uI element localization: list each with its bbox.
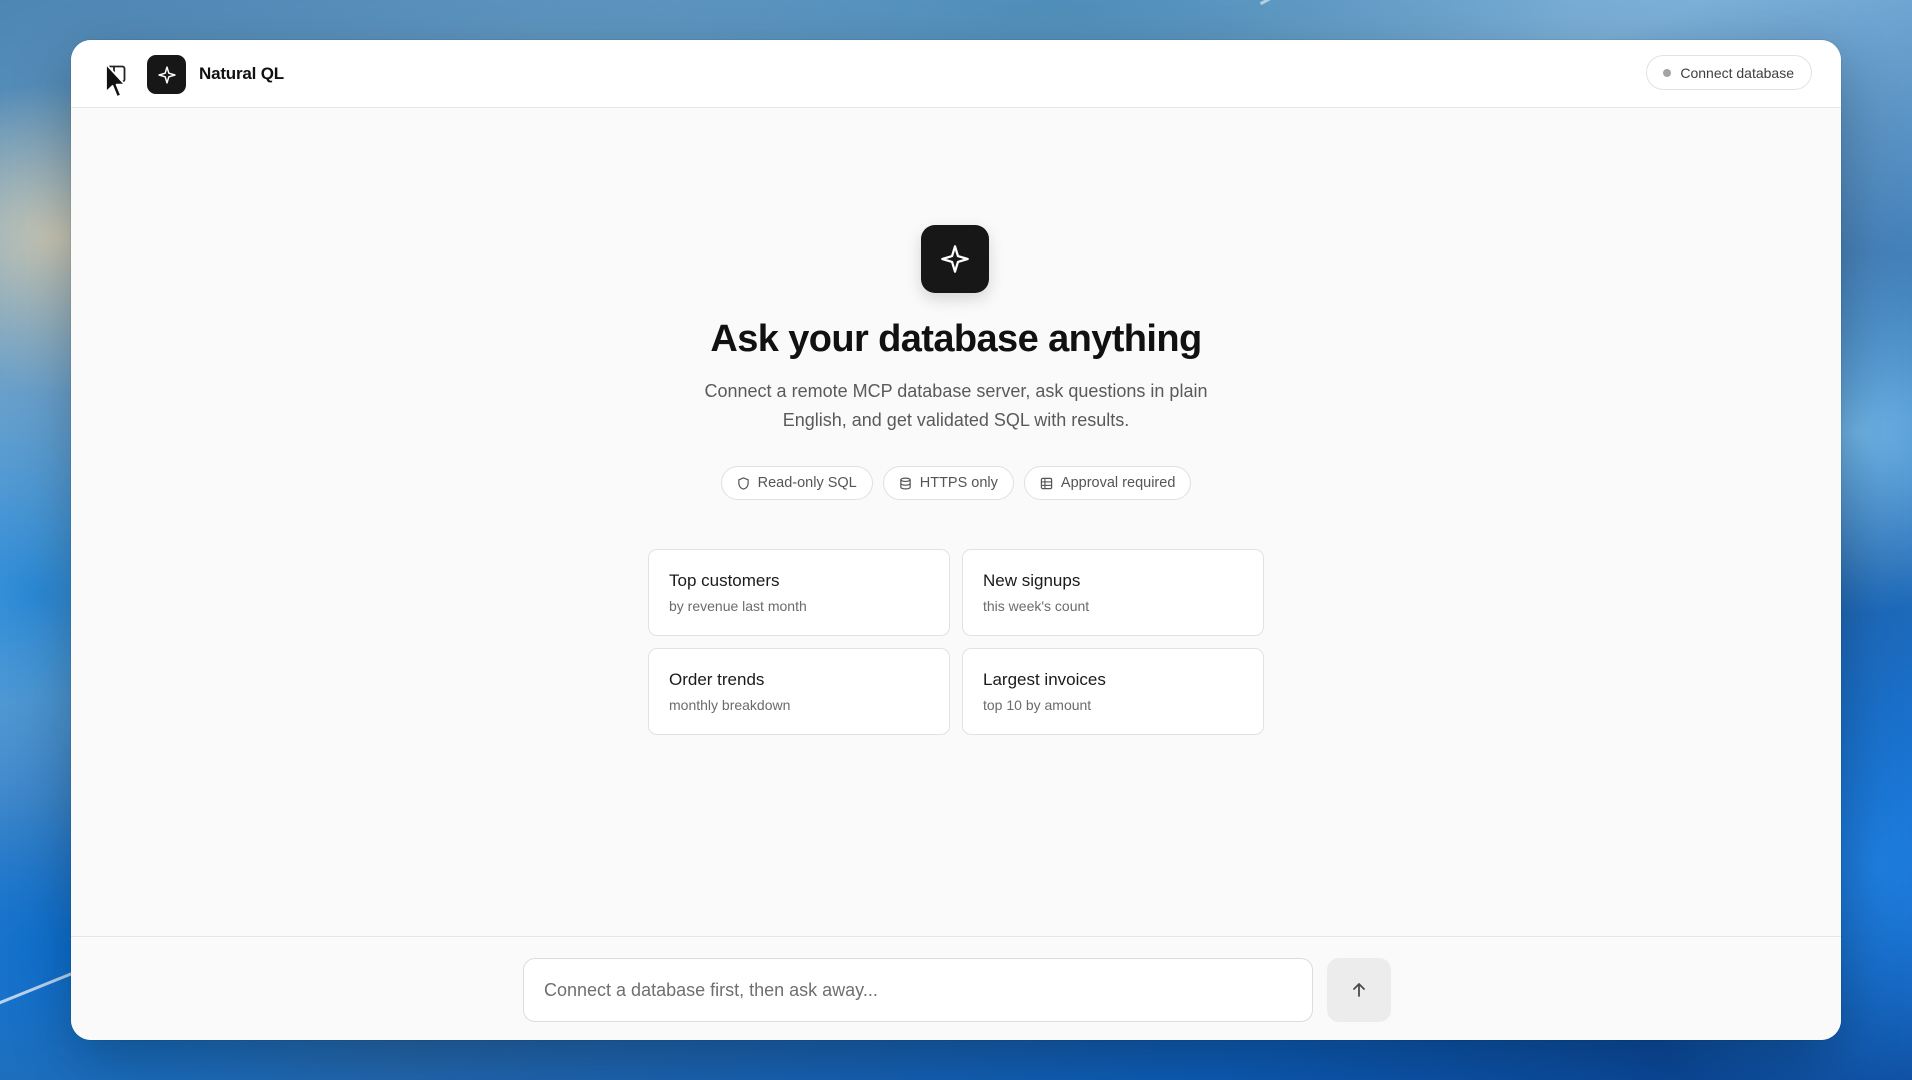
page-title: Ask your database anything [710,318,1202,360]
suggestion-grid: Top customers by revenue last month New … [648,549,1264,735]
top-bar: Natural QL Connect database [71,40,1841,108]
badge-read-only: Read-only SQL [720,466,873,500]
app-logo [147,55,186,94]
query-input[interactable] [544,979,1292,1001]
suggestion-subtitle: top 10 by amount [983,697,1092,713]
suggestion-subtitle: by revenue last month [669,598,807,614]
suggestion-title: New signups [983,571,1081,590]
suggestion-title: Largest invoices [983,670,1106,689]
shield-icon [737,476,749,490]
connect-database-button[interactable]: Connect database [1646,55,1812,90]
composer-bar [71,936,1841,1040]
connect-database-label: Connect database [1680,64,1794,81]
badge-label: HTTPS only [919,475,998,491]
mouse-cursor-icon [105,63,126,98]
send-button[interactable] [1327,958,1391,1022]
suggestion-title: Order trends [669,670,765,689]
sparkle-icon [941,245,969,273]
suggestion-card-order-trends[interactable]: Order trends monthly breakdown [648,648,950,735]
suggestion-subtitle: monthly breakdown [669,697,791,713]
wallpaper-streak [1259,0,1421,6]
feature-badges: Read-only SQL HTTPS only Approval requir… [71,466,1841,500]
suggestion-card-largest-invoices[interactable]: Largest invoices top 10 by amount [962,648,1264,735]
badge-approval: Approval required [1023,466,1192,500]
query-input-wrapper [523,958,1313,1022]
table-icon [1040,477,1053,489]
arrow-up-icon [1353,983,1365,997]
suggestion-card-top-customers[interactable]: Top customers by revenue last month [648,549,950,636]
badge-label: Read-only SQL [757,475,857,491]
suggestion-title: Top customers [669,571,780,590]
app-window: Natural QL Connect database Ask your dat… [71,40,1841,1040]
page-subtitle: Connect a remote MCP database server, as… [704,381,1208,430]
suggestion-card-new-signups[interactable]: New signups this week's count [962,549,1264,636]
suggestion-subtitle: this week's count [983,598,1090,614]
hero-logo [921,225,989,293]
database-icon [900,477,911,489]
badge-label: Approval required [1060,475,1176,491]
status-dot-icon [1663,68,1672,77]
app-title: Natural QL [199,64,284,83]
badge-https: HTTPS only [882,466,1014,500]
sparkle-icon [157,65,176,84]
